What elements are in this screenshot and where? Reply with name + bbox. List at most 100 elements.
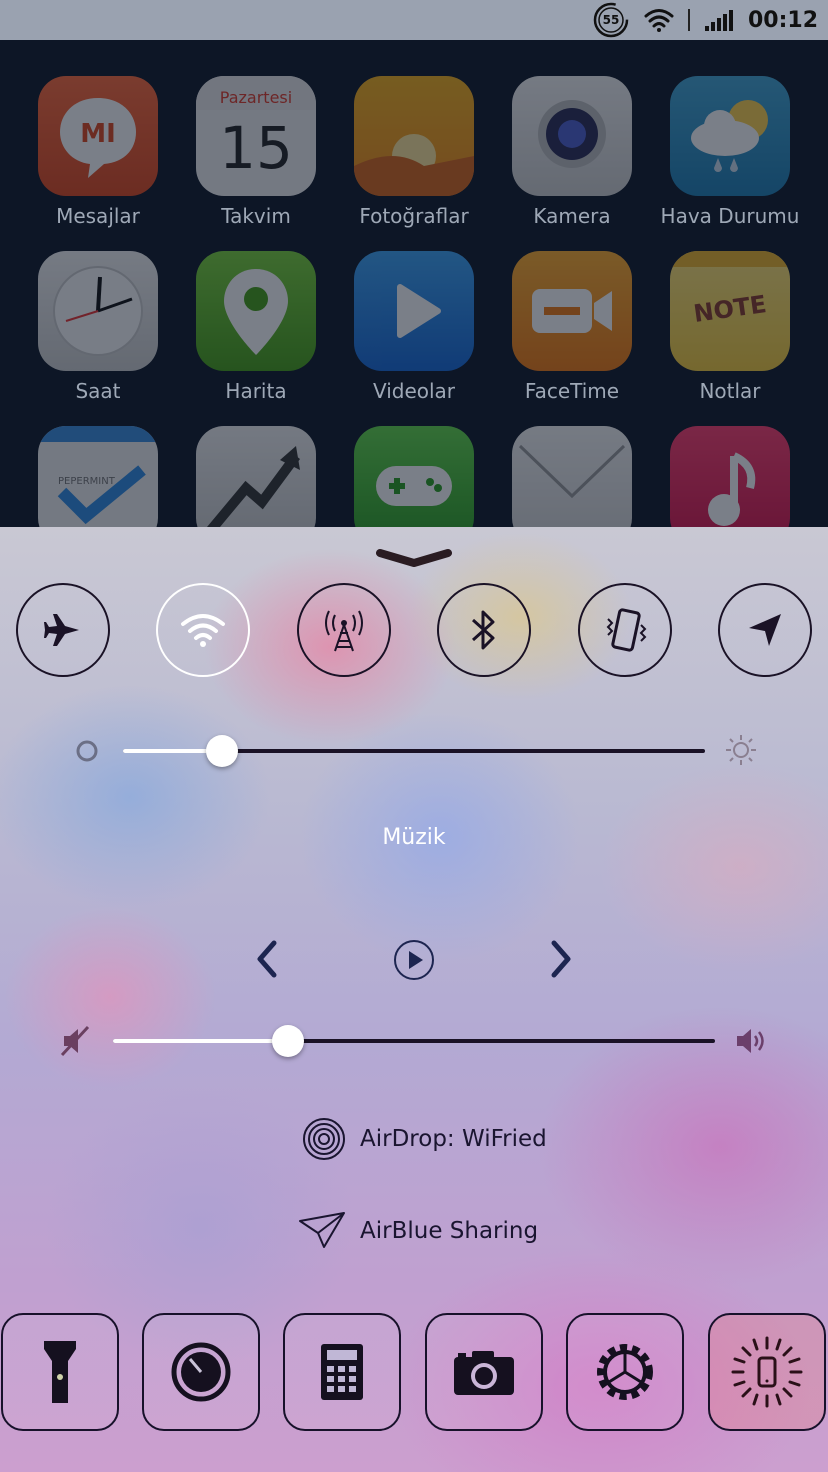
play-button[interactable] bbox=[392, 938, 436, 982]
location-toggle[interactable] bbox=[718, 583, 812, 677]
battery-badge-value: 55 bbox=[602, 13, 620, 27]
app-facetime[interactable]: FaceTime bbox=[512, 251, 632, 403]
app-reminders[interactable]: PEPERMINT bbox=[38, 426, 158, 527]
brightness-high-icon bbox=[726, 735, 756, 765]
camera-button[interactable] bbox=[425, 1313, 543, 1431]
app-label: FaceTime bbox=[524, 379, 620, 403]
video-play-icon bbox=[354, 251, 474, 371]
dismiss-chevron[interactable] bbox=[376, 547, 452, 569]
stocks-icon bbox=[196, 426, 316, 527]
svg-text:MI: MI bbox=[80, 119, 116, 149]
volume-slider[interactable] bbox=[113, 1039, 715, 1043]
airdrop-icon bbox=[303, 1118, 345, 1160]
chevron-right-icon bbox=[551, 940, 571, 978]
app-takvim[interactable]: Pazartesi 15 Takvim bbox=[196, 76, 316, 228]
map-pin-icon bbox=[196, 251, 316, 371]
flashlight-button[interactable] bbox=[1, 1313, 119, 1431]
app-label: Hava Durumu bbox=[660, 204, 800, 228]
app-hava-durumu[interactable]: Hava Durumu bbox=[661, 76, 799, 228]
bluetooth-toggle[interactable] bbox=[437, 583, 531, 677]
antenna-icon bbox=[325, 610, 363, 652]
wifi-toggle[interactable] bbox=[156, 583, 250, 677]
app-notlar[interactable]: NOTE Notlar bbox=[670, 251, 790, 403]
shortcut-row bbox=[0, 1313, 828, 1433]
app-label: Notlar bbox=[699, 379, 761, 403]
photos-icon bbox=[354, 76, 474, 196]
play-circle-icon bbox=[394, 940, 434, 980]
status-divider bbox=[687, 9, 690, 31]
status-bar: 55 00:12 bbox=[0, 0, 828, 40]
clock-icon bbox=[38, 251, 158, 371]
mail-icon bbox=[512, 426, 632, 527]
bluetooth-icon bbox=[471, 610, 495, 650]
next-track-button[interactable] bbox=[542, 939, 582, 979]
airblue-sharing-button[interactable]: AirBlue Sharing bbox=[298, 1211, 538, 1251]
app-label: Takvim bbox=[221, 204, 291, 228]
app-label: Saat bbox=[75, 379, 121, 403]
app-label: Mesajlar bbox=[56, 204, 140, 228]
facetime-icon bbox=[512, 251, 632, 371]
location-arrow-icon bbox=[749, 614, 781, 646]
app-label: Fotoğraflar bbox=[359, 204, 469, 228]
airplane-mode-toggle[interactable] bbox=[16, 583, 110, 677]
home-screen: MI Mesajlar Pazartesi 15 Takvim Fotoğraf… bbox=[0, 40, 828, 527]
app-kamera[interactable]: Kamera bbox=[512, 76, 632, 228]
app-label: Videolar bbox=[372, 379, 456, 403]
paper-plane-icon bbox=[299, 1212, 345, 1248]
settings-button[interactable] bbox=[566, 1313, 684, 1431]
vibrate-toggle[interactable] bbox=[578, 583, 672, 677]
camera-icon bbox=[512, 76, 632, 196]
app-mesajlar[interactable]: MI Mesajlar bbox=[38, 76, 158, 228]
app-saat[interactable]: Saat bbox=[38, 251, 158, 403]
control-center: Müzik AirDrop: WiFried AirBlue Sharing bbox=[0, 527, 828, 1472]
app-mail[interactable] bbox=[512, 426, 632, 527]
previous-track-button[interactable] bbox=[246, 939, 286, 979]
mi-messages-icon: MI bbox=[38, 76, 158, 196]
signal-bars-icon bbox=[704, 10, 733, 31]
app-games[interactable] bbox=[354, 426, 474, 527]
app-music[interactable] bbox=[670, 426, 790, 527]
airdrop-button[interactable]: AirDrop: WiFried bbox=[302, 1117, 547, 1161]
clock-time: 00:12 bbox=[747, 7, 818, 33]
app-videolar[interactable]: Videolar bbox=[354, 251, 474, 403]
vibrate-phone-icon bbox=[606, 608, 647, 652]
speaker-icon bbox=[737, 1029, 764, 1053]
calendar-icon: Pazartesi 15 bbox=[196, 76, 316, 196]
volume-fill bbox=[113, 1039, 288, 1043]
calculator-icon bbox=[321, 1344, 363, 1400]
app-harita[interactable]: Harita bbox=[196, 251, 316, 403]
airblue-label: AirBlue Sharing bbox=[360, 1218, 539, 1244]
music-title: Müzik bbox=[382, 825, 446, 850]
calculator-button[interactable] bbox=[283, 1313, 401, 1431]
app-label: Harita bbox=[225, 379, 287, 403]
camera-icon bbox=[454, 1351, 514, 1395]
note-text: NOTE bbox=[691, 290, 769, 328]
calendar-day-name: Pazartesi bbox=[219, 88, 293, 107]
timer-button[interactable] bbox=[142, 1313, 260, 1431]
wifi-status-icon bbox=[644, 9, 674, 32]
airplane-icon bbox=[44, 614, 79, 646]
gear-icon bbox=[597, 1344, 653, 1400]
volume-knob[interactable] bbox=[271, 1025, 304, 1057]
calendar-day-number: 15 bbox=[219, 114, 293, 182]
reminders-icon: PEPERMINT bbox=[38, 426, 158, 527]
music-icon bbox=[670, 426, 790, 527]
hotspot-toggle[interactable] bbox=[297, 583, 391, 677]
chevron-down-icon bbox=[376, 549, 452, 567]
games-icon bbox=[354, 426, 474, 527]
wifi-icon bbox=[181, 614, 225, 647]
flashlight-icon bbox=[44, 1341, 76, 1403]
app-stocks[interactable] bbox=[196, 426, 316, 527]
timer-icon bbox=[171, 1342, 231, 1402]
airdrop-label: AirDrop: WiFried bbox=[360, 1126, 547, 1152]
brightness-knob[interactable] bbox=[205, 735, 238, 767]
mute-icon bbox=[60, 1025, 90, 1057]
weather-icon bbox=[670, 76, 790, 196]
phone-spinner-icon bbox=[731, 1336, 803, 1408]
quick-toggles bbox=[0, 583, 828, 677]
app-label: Kamera bbox=[533, 204, 611, 228]
notes-icon: NOTE bbox=[670, 251, 790, 371]
respring-button[interactable] bbox=[708, 1313, 826, 1431]
brightness-low-icon bbox=[76, 740, 98, 762]
app-fotograflar[interactable]: Fotoğraflar bbox=[354, 76, 474, 228]
